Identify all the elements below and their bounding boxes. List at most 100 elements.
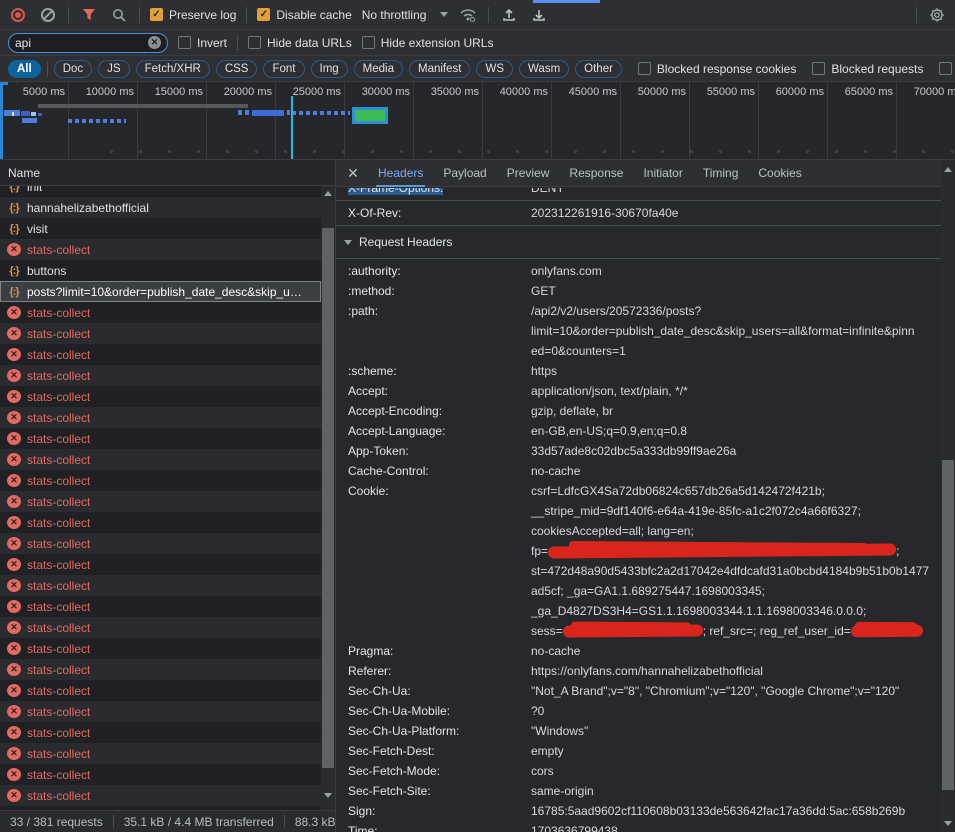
tab-preview[interactable]: Preview [497, 160, 560, 187]
request-row[interactable]: ✕stats-collect [0, 659, 321, 680]
type-filter-ws[interactable]: WS [476, 60, 513, 78]
throttling-dropdown[interactable]: No throttling [362, 8, 449, 22]
type-filter-all[interactable]: All [8, 60, 41, 78]
request-name: stats-collect [27, 495, 90, 509]
request-row[interactable]: ✕stats-collect [0, 575, 321, 596]
record-button[interactable] [8, 5, 28, 25]
failed-request-icon: ✕ [7, 537, 21, 550]
header-value: 16785:5aad9602cf110608b03133de563642fac1… [531, 801, 941, 821]
request-row[interactable]: ✕stats-collect [0, 449, 321, 470]
type-filter-doc[interactable]: Doc [54, 60, 92, 78]
disable-cache-checkbox[interactable]: ✓ Disable cache [257, 8, 351, 22]
preserve-log-checkbox[interactable]: ✓ Preserve log [150, 8, 236, 22]
search-button[interactable] [109, 5, 129, 25]
tab-payload[interactable]: Payload [433, 160, 496, 187]
timeline-tick: 15000 ms [138, 82, 207, 159]
request-row[interactable]: ✕stats-collect [0, 743, 321, 764]
filter-toggle-button[interactable] [79, 5, 99, 25]
overview-activity [22, 118, 37, 123]
section-divider [336, 258, 941, 259]
scroll-down-button[interactable] [321, 788, 335, 802]
request-row[interactable]: ✕stats-collect [0, 239, 321, 260]
request-row[interactable]: {:}init [0, 186, 321, 197]
scroll-up-button[interactable] [941, 162, 955, 176]
type-filter-media[interactable]: Media [354, 60, 403, 78]
request-row[interactable]: ✕stats-collect [0, 365, 321, 386]
type-filter-img[interactable]: Img [311, 60, 348, 78]
filter-checkbox-blocked-requests[interactable]: Blocked requests [812, 62, 923, 76]
request-row[interactable]: ✕stats-collect [0, 785, 321, 806]
request-name: stats-collect [27, 642, 90, 656]
type-filter-font[interactable]: Font [263, 60, 304, 78]
hide-extension-urls-checkbox[interactable]: Hide extension URLs [362, 36, 494, 50]
type-filter-js[interactable]: JS [98, 60, 129, 78]
header-value: cors [531, 761, 941, 781]
request-row[interactable]: ✕stats-collect [0, 302, 321, 323]
request-row[interactable]: ✕stats-collect [0, 428, 321, 449]
type-filter-css[interactable]: CSS [216, 60, 258, 78]
filter-input[interactable] [15, 36, 144, 50]
scrollbar-thumb[interactable] [942, 460, 954, 790]
name-column-header[interactable]: Name [0, 160, 335, 186]
tab-response[interactable]: Response [559, 160, 633, 187]
request-row[interactable]: ✕stats-collect [0, 407, 321, 428]
request-row[interactable]: ✕stats-collect [0, 722, 321, 743]
request-row[interactable]: ✕stats-collect [0, 470, 321, 491]
request-row[interactable]: ✕stats-collect [0, 323, 321, 344]
filter-checkbox-3rd-party-requests[interactable]: 3rd-party requests [939, 62, 955, 76]
header-row: Accept:application/json, text/plain, */* [336, 381, 941, 401]
request-row[interactable]: ✕stats-collect [0, 596, 321, 617]
request-row[interactable]: ✕stats-collect [0, 638, 321, 659]
settings-button[interactable] [927, 5, 947, 25]
header-name: Cookie: [348, 481, 531, 641]
request-row[interactable]: {:}visit [0, 218, 321, 239]
request-row[interactable]: ✕stats-collect [0, 533, 321, 554]
tab-initiator[interactable]: Initiator [633, 160, 692, 187]
type-filter-manifest[interactable]: Manifest [409, 60, 470, 78]
filter-checkbox-blocked-response-cookies[interactable]: Blocked response cookies [638, 62, 796, 76]
type-filter-other[interactable]: Other [575, 60, 622, 78]
clear-filter-icon[interactable]: ✕ [148, 36, 161, 49]
request-name: stats-collect [27, 789, 90, 803]
request-row[interactable]: ✕stats-collect [0, 701, 321, 722]
overview-activity [292, 111, 350, 115]
request-row[interactable]: ✕stats-collect [0, 764, 321, 785]
request-row[interactable]: ✕stats-collect [0, 554, 321, 575]
tab-timing[interactable]: Timing [693, 160, 749, 187]
invert-checkbox[interactable]: Invert [178, 36, 227, 50]
hide-data-urls-checkbox[interactable]: Hide data URLs [248, 36, 352, 50]
checkbox-unchecked-icon [939, 62, 952, 75]
request-row[interactable]: {:}posts?limit=10&order=publish_date_des… [0, 281, 321, 302]
scroll-up-button[interactable] [321, 186, 335, 200]
checkbox-unchecked-icon [248, 36, 261, 49]
request-row[interactable]: ✕stats-collect [0, 617, 321, 638]
request-row[interactable]: ✕stats-collect [0, 512, 321, 533]
close-detail-button[interactable]: ✕ [342, 162, 364, 184]
header-value: no-cache [531, 641, 941, 661]
import-har-button[interactable] [499, 5, 519, 25]
request-row[interactable]: ✕stats-collect [0, 386, 321, 407]
export-har-button[interactable] [529, 5, 549, 25]
failed-request-icon: ✕ [7, 726, 21, 739]
tab-headers[interactable]: Headers [368, 160, 433, 187]
preserve-log-label: Preserve log [169, 8, 236, 22]
scrollbar-thumb[interactable] [322, 228, 334, 768]
request-name: stats-collect [27, 663, 90, 677]
request-row[interactable]: ✕stats-collect [0, 680, 321, 701]
type-filter-wasm[interactable]: Wasm [519, 60, 569, 78]
header-row: :scheme:https [336, 361, 941, 381]
overview-activity [12, 112, 14, 116]
scroll-down-button[interactable] [941, 816, 955, 830]
header-row: :path:/api2/v2/users/20572336/posts?limi… [336, 301, 941, 361]
network-overview[interactable]: 5000 ms10000 ms15000 ms20000 ms25000 ms3… [0, 82, 955, 160]
request-row[interactable]: {:}hannahelizabethofficial [0, 197, 321, 218]
request-row[interactable]: ✕stats-collect [0, 491, 321, 512]
request-row[interactable]: {:}buttons [0, 260, 321, 281]
network-status-bar: 33 / 381 requests 35.1 kB / 4.4 MB trans… [0, 810, 335, 832]
request-row[interactable]: ✕stats-collect [0, 344, 321, 365]
request-headers-section-header[interactable]: Request Headers [336, 228, 941, 256]
network-conditions-button[interactable] [458, 5, 478, 25]
clear-button[interactable] [38, 5, 58, 25]
tab-cookies[interactable]: Cookies [748, 160, 811, 187]
type-filter-fetch-xhr[interactable]: Fetch/XHR [136, 60, 210, 78]
